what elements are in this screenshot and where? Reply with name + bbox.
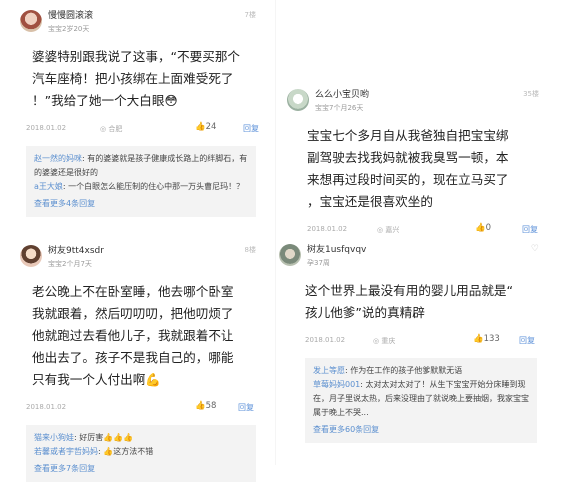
reply-text: : 作为在工作的孩子他爹默默无语 — [345, 366, 463, 375]
reply-text: : 好厉害👍👍👍 — [74, 433, 134, 442]
avatar[interactable] — [20, 10, 42, 32]
reply-author[interactable]: 赵一然的妈咪 — [34, 154, 82, 163]
post-meta: 2018.01.02 ◎ 嘉兴 👍0 回复 — [285, 219, 545, 241]
location-icon: ◎ — [100, 125, 107, 133]
username[interactable]: 树友9tt4xsdr — [48, 243, 104, 256]
post-header: 么么小宝贝哟 宝宝7个月26天 35楼 — [285, 87, 545, 125]
post-card-4: 树友1usfqvqv 孕37周 ♡ 这个世界上最没有用的婴儿用品就是“ 孩儿他爹… — [277, 242, 545, 443]
post-card-2: 么么小宝贝哟 宝宝7个月26天 35楼 宝宝七个多月自从我爸独自把宝宝绑 副驾驶… — [285, 87, 545, 241]
reply-author[interactable]: 草莓妈妈001 — [313, 380, 360, 389]
reply-button[interactable]: 回复 — [238, 402, 254, 413]
more-replies-link[interactable]: 查看更多7条回复 — [34, 462, 248, 476]
reply-button[interactable]: 回复 — [243, 123, 259, 134]
reply-button[interactable]: 回复 — [519, 335, 535, 346]
floor-number: 8楼 — [244, 246, 256, 254]
post-meta: 2018.01.02 ◎ 合肥 👍24 回复 — [18, 118, 262, 140]
post-date: 2018.01.02 — [26, 124, 67, 132]
reply-item: 草莓妈妈001: 太对太对太对了！从生下宝宝开始分床睡到现在，月子里说太热，后来… — [313, 378, 529, 420]
reply-item: a王大娘: 一个白眼怎么能压制的住心中那一万头曹尼玛！？ — [34, 180, 248, 194]
post-line: 这个世界上最没有用的婴儿用品就是“ — [305, 283, 514, 298]
like-count: 133 — [483, 334, 500, 344]
post-line: 孩儿他爹”说的真精辟 — [305, 305, 425, 320]
heart-icon[interactable]: ♡ — [531, 244, 539, 254]
location: ◎ 合肥 — [100, 124, 122, 134]
post-meta: 2018.01.02 ◎ 重庆 👍133 回复 — [277, 330, 545, 352]
thumbs-up-icon: 👍 — [195, 122, 206, 132]
location: ◎ 重庆 — [373, 336, 395, 346]
column-divider — [275, 0, 276, 465]
floor-number: 35楼 — [523, 90, 539, 98]
location: ◎ 嘉兴 — [377, 225, 399, 235]
post-card-1: 慢慢圆滚滚 宝宝2岁20天 7楼 婆婆特别跟我说了这事，“不要买那个 汽车座椅！… — [18, 8, 262, 217]
post-line: 我就跟着，然后叨叨叨，把他叨烦了 — [32, 306, 234, 321]
reply-author[interactable]: 发上等愿 — [313, 366, 345, 375]
like-count: 0 — [485, 223, 492, 233]
more-replies-link[interactable]: 查看更多4条回复 — [34, 197, 248, 211]
location-text: 嘉兴 — [385, 226, 400, 234]
like-count: 24 — [205, 122, 217, 132]
username[interactable]: 慢慢圆滚滚 — [48, 8, 93, 21]
user-meta: 宝宝2个月7天 — [48, 260, 92, 268]
username[interactable]: 么么小宝贝哟 — [315, 87, 369, 100]
post-body: 这个世界上最没有用的婴儿用品就是“ 孩儿他爹”说的真精辟 — [305, 280, 545, 324]
post-line: 他出去了。孩子不是我自己的，哪能 — [32, 350, 234, 365]
reply-box: 赵一然的妈咪: 有的婆婆就是孩子健康成长路上的绊脚石，有的婆婆还是很好的 a王大… — [26, 146, 256, 217]
user-meta: 宝宝7个月26天 — [315, 104, 364, 112]
more-replies-link[interactable]: 查看更多60条回复 — [313, 423, 529, 437]
floor-number: 7楼 — [244, 11, 256, 19]
post-line: 婆婆特别跟我说了这事，“不要买那个 — [32, 49, 241, 64]
reply-author[interactable]: 猫来小狗娃 — [34, 433, 74, 442]
username[interactable]: 树友1usfqvqv — [307, 242, 366, 255]
like-button[interactable]: 👍58 — [195, 401, 216, 411]
thumbs-up-icon: 👍 — [475, 223, 486, 233]
post-line: 老公晚上不在卧室睡，他去哪个卧室 — [32, 284, 234, 299]
reply-item: 若馨或者宇哲妈妈: 👍这方法不错 — [34, 445, 248, 459]
avatar[interactable] — [20, 245, 42, 267]
reply-item: 发上等愿: 作为在工作的孩子他爹默默无语 — [313, 364, 529, 378]
reply-text: : 👍这方法不错 — [98, 447, 154, 456]
avatar[interactable] — [279, 244, 301, 266]
post-card-3: 树友9tt4xsdr 宝宝2个月7天 8楼 老公晚上不在卧室睡，他去哪个卧室 我… — [18, 243, 262, 482]
post-line: ！”我给了她一个大白眼😳 — [32, 93, 178, 108]
location-text: 合肥 — [108, 125, 123, 133]
post-line: ，宝宝还是很喜欢坐的 — [307, 194, 433, 209]
post-line: 只有我一个人付出啊💪 — [32, 372, 162, 387]
post-line: 他就跑过去看他儿子，我就跟着不让 — [32, 328, 234, 343]
reply-text: : 一个白眼怎么能压制的住心中那一万头曹尼玛！？ — [62, 182, 245, 191]
reply-box: 发上等愿: 作为在工作的孩子他爹默默无语 草莓妈妈001: 太对太对太对了！从生… — [305, 358, 537, 443]
thumbs-up-icon: 👍 — [473, 334, 484, 344]
post-line: 来想再过段时间买的，现在立马买了 — [307, 172, 509, 187]
post-header: 树友9tt4xsdr 宝宝2个月7天 8楼 — [18, 243, 262, 281]
thumbs-up-icon: 👍 — [195, 401, 206, 411]
user-meta: 宝宝2岁20天 — [48, 25, 90, 33]
post-line: 宝宝七个多月自从我爸独自把宝宝绑 — [307, 128, 509, 143]
post-date: 2018.01.02 — [26, 403, 67, 411]
like-button[interactable]: 👍0 — [475, 223, 491, 233]
post-date: 2018.01.02 — [305, 336, 346, 344]
post-line: 汽车座椅！把小孩绑在上面难受死了 — [32, 71, 234, 86]
like-button[interactable]: 👍133 — [473, 334, 500, 344]
post-body: 老公晚上不在卧室睡，他去哪个卧室 我就跟着，然后叨叨叨，把他叨烦了 他就跑过去看… — [32, 281, 262, 391]
reply-item: 猫来小狗娃: 好厉害👍👍👍 — [34, 431, 248, 445]
post-body: 宝宝七个多月自从我爸独自把宝宝绑 副驾驶去找我妈就被我臭骂一顿，本 来想再过段时… — [307, 125, 545, 213]
location-icon: ◎ — [377, 226, 384, 234]
post-header: 慢慢圆滚滚 宝宝2岁20天 7楼 — [18, 8, 262, 46]
reply-box: 猫来小狗娃: 好厉害👍👍👍 若馨或者宇哲妈妈: 👍这方法不错 查看更多7条回复 — [26, 425, 256, 482]
like-count: 58 — [205, 401, 217, 411]
post-line: 副驾驶去找我妈就被我臭骂一顿，本 — [307, 150, 509, 165]
post-date: 2018.01.02 — [307, 225, 348, 233]
location-text: 重庆 — [381, 337, 396, 345]
post-header: 树友1usfqvqv 孕37周 ♡ — [277, 242, 545, 280]
like-button[interactable]: 👍24 — [195, 122, 216, 132]
post-meta: 2018.01.02 👍58 回复 — [18, 397, 262, 419]
post-body: 婆婆特别跟我说了这事，“不要买那个 汽车座椅！把小孩绑在上面难受死了 ！”我给了… — [32, 46, 262, 112]
reply-author[interactable]: a王大娘 — [34, 182, 63, 191]
reply-item: 赵一然的妈咪: 有的婆婆就是孩子健康成长路上的绊脚石，有的婆婆还是很好的 — [34, 152, 248, 180]
location-icon: ◎ — [373, 337, 380, 345]
user-meta: 孕37周 — [307, 259, 330, 267]
avatar[interactable] — [287, 89, 309, 111]
reply-author[interactable]: 若馨或者宇哲妈妈 — [34, 447, 98, 456]
reply-button[interactable]: 回复 — [522, 224, 538, 235]
